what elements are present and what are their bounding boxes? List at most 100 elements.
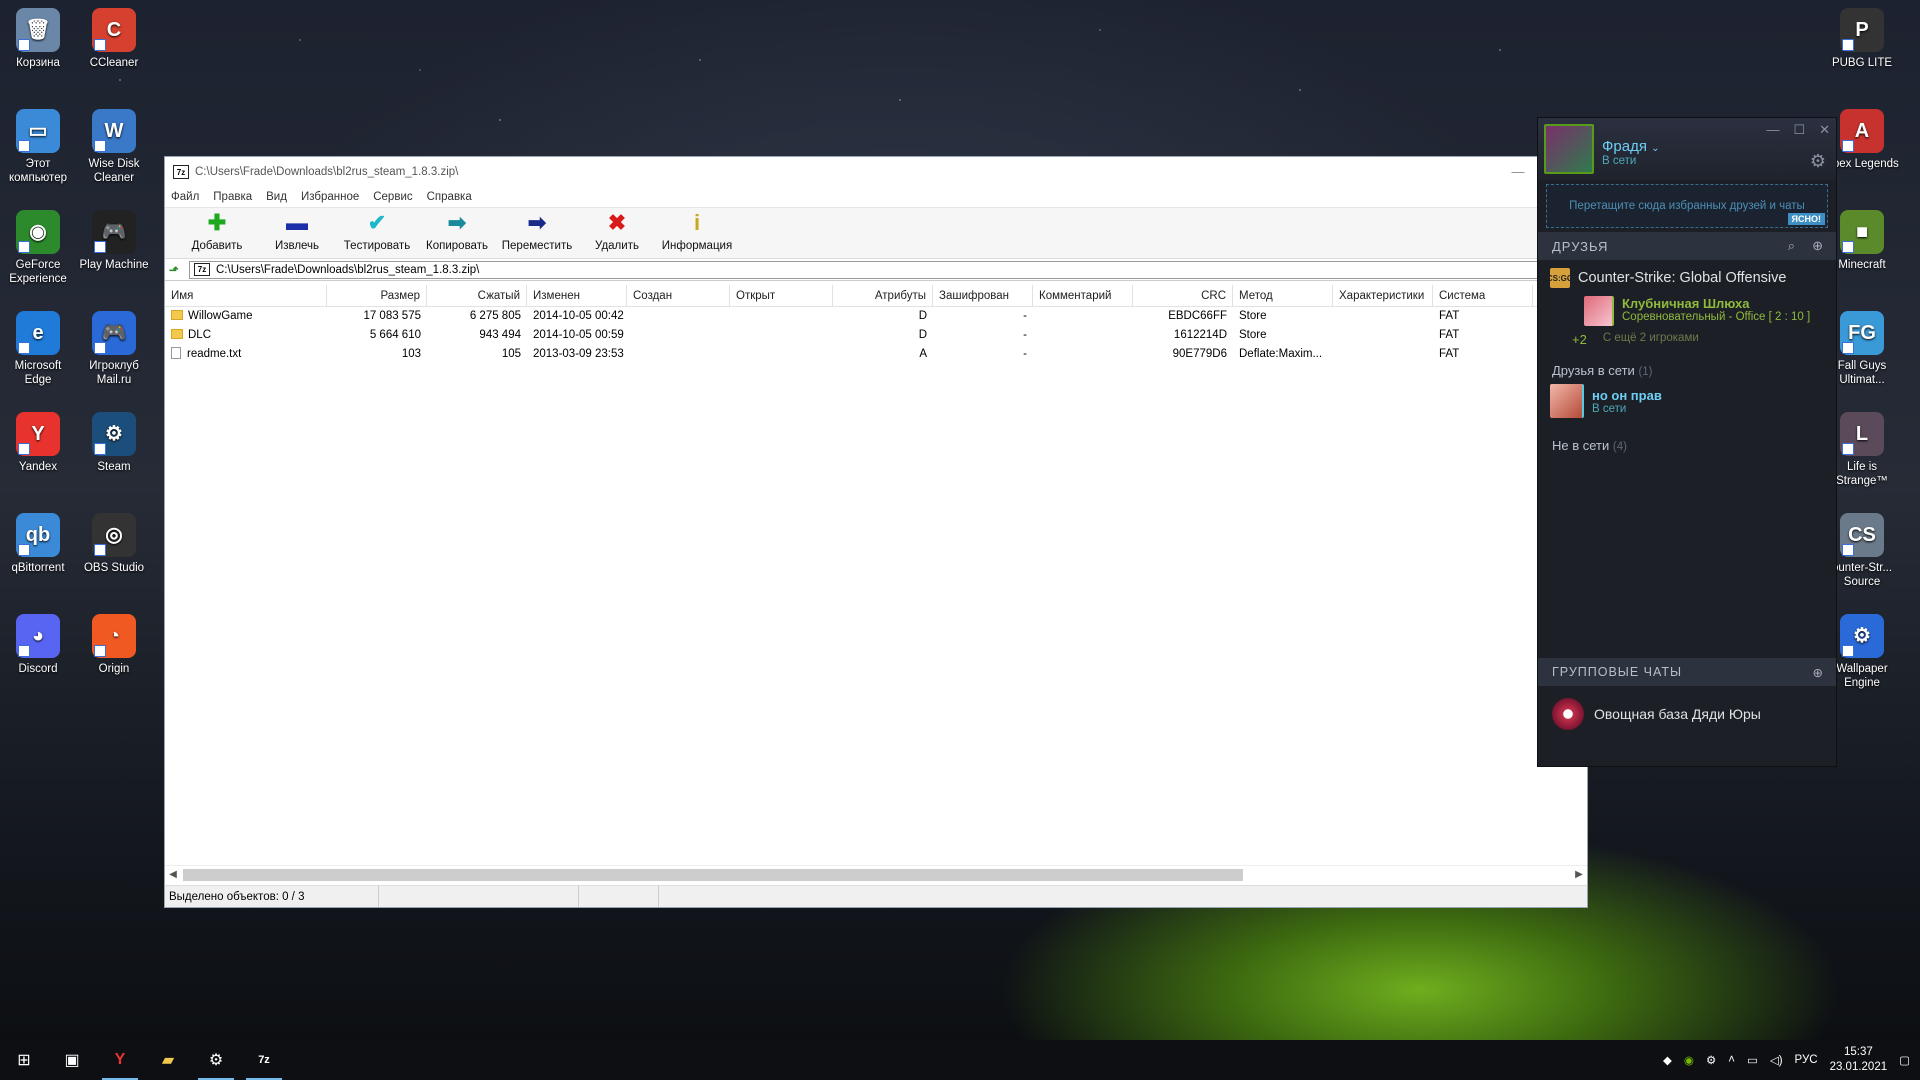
info-button[interactable]: i Информация [657, 208, 737, 253]
column-header[interactable]: Открыт [730, 285, 833, 306]
gear-icon[interactable]: ⚙ [1810, 151, 1826, 172]
toolbar-label: Информация [661, 240, 733, 252]
menu-item[interactable]: Сервис [373, 191, 412, 203]
network-icon[interactable]: ▭ [1747, 1053, 1758, 1067]
scroll-left-icon[interactable]: ◀ [165, 869, 181, 880]
desktop-icon[interactable]: ◔ Origin [76, 614, 152, 676]
desktop-icon-label: qBittorrent [11, 562, 65, 574]
up-folder-icon[interactable]: ⬏ [169, 263, 185, 277]
scroll-right-icon[interactable]: ▶ [1571, 869, 1587, 880]
delete-button[interactable]: ✖ Удалить [577, 208, 657, 253]
7zip-icon[interactable]: 7z [240, 1040, 288, 1080]
column-header[interactable]: CRC [1133, 285, 1233, 306]
cell-name: WillowGame [165, 307, 327, 326]
desktop-icon[interactable]: 🎮 Игроклуб Mail.ru [76, 311, 152, 387]
steam-icon[interactable]: ⚙ [192, 1040, 240, 1080]
desktop-icon-label: CCleaner [89, 57, 139, 69]
column-header[interactable]: Атрибуты [833, 285, 933, 306]
column-header[interactable]: Характеристики [1333, 285, 1433, 306]
column-header[interactable]: Сжатый [427, 285, 527, 306]
steam-username[interactable]: Фрадя [1602, 138, 1647, 155]
column-header[interactable]: Метод [1233, 285, 1333, 306]
cell-modified: 2013-03-09 23:53 [533, 348, 624, 360]
cell-comment [1033, 345, 1133, 364]
notifications-icon[interactable]: ▢ [1899, 1053, 1910, 1067]
add-friend-icon[interactable]: ⊕ [1812, 238, 1824, 254]
desktop-icon[interactable]: 🎮 Play Machine [76, 210, 152, 272]
table-row[interactable]: WillowGame 17 083 575 6 275 805 2014-10-05 … [165, 307, 1587, 326]
copy-button[interactable]: ➡ Копировать [417, 208, 497, 253]
desktop-icon[interactable]: ◕ Discord [0, 614, 76, 676]
desktop-icon[interactable]: ⚙ Steam [76, 412, 152, 474]
menu-item[interactable]: Файл [171, 191, 199, 203]
column-header[interactable]: Система [1433, 285, 1533, 306]
menu-item[interactable]: Справка [427, 191, 472, 203]
file-explorer-icon[interactable]: ▰ [144, 1040, 192, 1080]
title-bar[interactable]: 7z C:\Users\Frade\Downloads\bl2rus_steam… [165, 157, 1587, 187]
language-indicator[interactable]: РУС [1795, 1054, 1818, 1066]
desktop-icon[interactable]: Y Yandex [0, 412, 76, 474]
desktop-icon-label: Origin [98, 663, 130, 675]
toolbar-label: Переместить [501, 240, 573, 252]
add-button[interactable]: ✚ Добавить [177, 208, 257, 253]
desktop-icon[interactable]: ◉ GeForce Experience [0, 210, 76, 286]
desktop-icon[interactable]: ▭ Этот компьютер [0, 109, 76, 185]
clock-date: 23.01.2021 [1829, 1061, 1888, 1073]
add-group-icon[interactable]: ⊕ [1813, 665, 1824, 680]
address-field[interactable]: 7z C:\Users\Frade\Downloads\bl2rus_steam… [189, 260, 1567, 279]
favorites-drop-zone[interactable]: Перетащите сюда избранных друзей и чаты … [1546, 184, 1828, 228]
column-header[interactable]: Изменен [527, 285, 627, 306]
scroll-thumb[interactable] [183, 868, 1243, 881]
offline-group-header[interactable]: Не в сети (4) [1538, 438, 1836, 453]
desktop-icon[interactable]: 🗑 Корзина [0, 8, 76, 70]
menu-item[interactable]: Правка [213, 191, 252, 203]
column-header[interactable]: Зашифрован [933, 285, 1033, 306]
desktop-icon[interactable]: e Microsoft Edge [0, 311, 76, 387]
ingame-friend[interactable]: Клубничная Шлюха Соревновательный - Offi… [1584, 296, 1836, 326]
column-header[interactable]: Комментарий [1033, 285, 1133, 306]
menu-item[interactable]: Избранное [301, 191, 359, 203]
column-header[interactable]: Размер [327, 285, 427, 306]
close-icon[interactable]: ✕ [1819, 122, 1830, 138]
chevron-down-icon[interactable]: ⌄ [1651, 143, 1659, 154]
gamepad-icon[interactable]: ◆ [1663, 1053, 1672, 1067]
taskbar: ⊞ ▣ Y ▰ ⚙ 7z ◆ ◉ ⚙ ˄ ▭ ◁) РУС 15:37 23.0… [0, 1040, 1920, 1080]
desktop-icon[interactable]: W Wise Disk Cleaner [76, 109, 152, 185]
extract-button[interactable]: ▬ Извлечь [257, 208, 337, 253]
menu-item[interactable]: Вид [266, 191, 287, 203]
search-icon[interactable]: ⌕ [1788, 238, 1796, 254]
table-row[interactable]: DLC 5 664 610 943 494 2014-10-05 00:59 D - 161… [165, 326, 1587, 345]
task-view-icon[interactable]: ▣ [48, 1040, 96, 1080]
desktop-icon[interactable]: ◎ OBS Studio [76, 513, 152, 575]
windows-start-icon[interactable]: ⊞ [0, 1040, 48, 1080]
chevron-up-icon[interactable]: ˄ [1728, 1054, 1735, 1066]
table-row[interactable]: readme.txt 103 105 2013-03-09 23:53 A - 90E779… [165, 345, 1587, 364]
column-header[interactable]: Создан [627, 285, 730, 306]
minimize-icon[interactable]: — [1766, 122, 1779, 138]
horizontal-scrollbar[interactable]: ◀ ▶ [165, 865, 1587, 883]
group-chat-item[interactable]: Овощная база Дяди Юры [1538, 686, 1836, 742]
test-button[interactable]: ✔ Тестировать [337, 208, 417, 253]
desktop-icon[interactable]: C CCleaner [76, 8, 152, 70]
dismiss-button[interactable]: ЯСНО! [1787, 213, 1825, 225]
maximize-icon[interactable]: ☐ [1793, 122, 1805, 138]
more-players[interactable]: +2 С ещё 2 игроками [1572, 332, 1836, 347]
game-group[interactable]: CS:GO Counter-Strike: Global Offensive [1538, 260, 1836, 296]
clock[interactable]: 15:37 23.01.2021 [1830, 1045, 1888, 1075]
minimize-button[interactable]: — [1495, 164, 1541, 180]
online-group-header[interactable]: Друзья в сети (1) [1538, 363, 1836, 378]
group-chats-header[interactable]: ГРУППОВЫЕ ЧАТЫ ⊕ [1538, 658, 1836, 686]
move-button[interactable]: ➡ Переместить [497, 208, 577, 253]
avatar[interactable] [1544, 124, 1594, 174]
volume-icon[interactable]: ◁) [1770, 1053, 1783, 1067]
app-icon: L [1840, 412, 1884, 456]
group-chats-label: ГРУППОВЫЕ ЧАТЫ [1552, 665, 1683, 679]
yandex-browser-icon[interactable]: Y [96, 1040, 144, 1080]
cell-crc: EBDC66FF [1168, 310, 1227, 322]
online-friend[interactable]: но он прав В сети [1538, 378, 1836, 424]
nvidia-icon[interactable]: ◉ [1684, 1053, 1694, 1067]
desktop-icon[interactable]: P PUBG LITE [1824, 8, 1900, 70]
desktop-icon[interactable]: qb qBittorrent [0, 513, 76, 575]
column-header[interactable]: Имя [165, 285, 327, 306]
steam-tray-icon[interactable]: ⚙ [1706, 1053, 1716, 1067]
